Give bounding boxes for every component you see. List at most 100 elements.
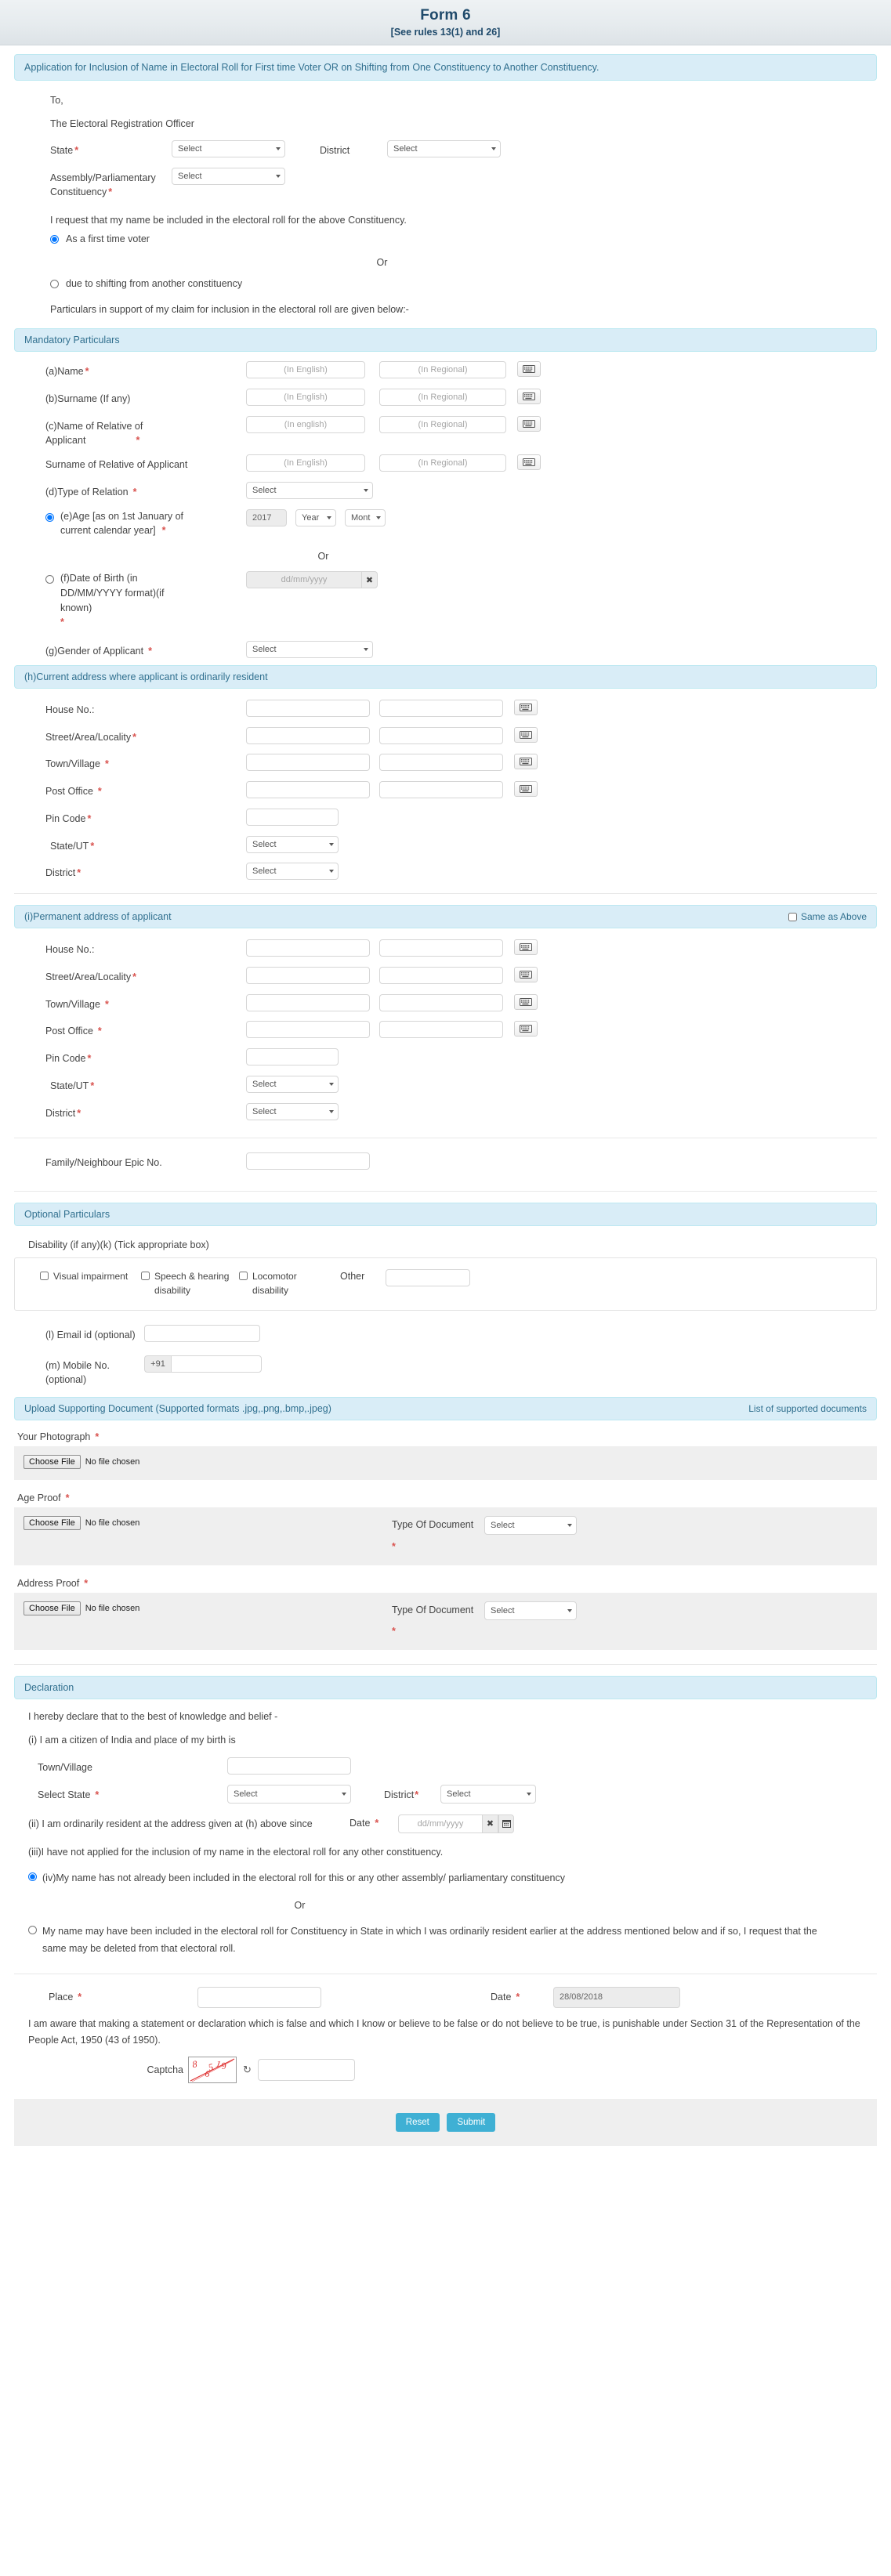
gender-select[interactable]: Select — [246, 641, 373, 658]
disability-option-speech[interactable]: Speech & hearing disability — [141, 1269, 231, 1297]
same-as-above-checkbox[interactable] — [788, 912, 797, 921]
keyboard-icon[interactable] — [517, 415, 541, 432]
keyboard-icon[interactable] — [514, 939, 538, 955]
type-of-relation-select[interactable]: Select — [246, 481, 373, 499]
keyboard-icon[interactable] — [514, 966, 538, 982]
cur-street-input[interactable] — [246, 726, 370, 744]
dob-option[interactable]: (f)Date of Birth (in DD/MM/YYYY format)(… — [45, 571, 246, 630]
keyboard-icon[interactable] — [514, 781, 538, 797]
disability-option-locomotor[interactable]: Locomotor disability — [239, 1269, 329, 1297]
surname-regional-input[interactable] — [379, 388, 506, 406]
decl-date-input[interactable] — [398, 1814, 483, 1833]
age-year-unit-wrap: Year — [295, 508, 336, 526]
first-time-voter-radio[interactable] — [50, 234, 59, 244]
required-asterisk: * — [148, 646, 152, 657]
first-time-voter-option[interactable]: As a first time voter — [50, 233, 871, 244]
keyboard-icon[interactable] — [517, 361, 541, 377]
perm-district-select[interactable]: Select — [246, 1102, 339, 1120]
visual-impairment-checkbox[interactable] — [40, 1271, 49, 1280]
constituency-select[interactable]: Select — [172, 167, 285, 185]
declaration-item-v-option[interactable]: My name may have been included in the el… — [28, 1923, 871, 1958]
keyboard-icon[interactable] — [514, 754, 538, 770]
dob-radio[interactable] — [45, 575, 54, 584]
name-english-input[interactable] — [246, 361, 365, 378]
shifting-option[interactable]: due to shifting from another constituenc… — [50, 278, 871, 289]
footer-date-input[interactable] — [553, 1986, 680, 2008]
mobile-input[interactable] — [171, 1355, 262, 1373]
cur-house-no-regional-input[interactable] — [379, 699, 503, 717]
age-radio[interactable] — [45, 512, 54, 522]
keyboard-icon[interactable] — [514, 699, 538, 715]
shifting-radio[interactable] — [50, 279, 59, 288]
keyboard-icon[interactable] — [517, 454, 541, 470]
cur-state-ut-select[interactable]: Select — [246, 835, 339, 853]
relative-surname-regional-input[interactable] — [379, 454, 506, 472]
perm-pin-code-input[interactable] — [246, 1048, 339, 1065]
age-option[interactable]: (e)Age [as on 1st January of current cal… — [45, 509, 246, 539]
perm-house-no-regional-input[interactable] — [379, 939, 503, 957]
age-year-value-input[interactable] — [246, 508, 287, 526]
cur-house-no-input[interactable] — [246, 699, 370, 717]
cur-pin-code-input[interactable] — [246, 808, 339, 826]
epic-input[interactable] — [246, 1152, 370, 1170]
perm-street-regional-input[interactable] — [379, 966, 503, 984]
declaration-item-iv-option[interactable]: (iv)My name has not already been include… — [28, 1870, 871, 1886]
declaration-item-iv-radio[interactable] — [28, 1872, 37, 1881]
relative-surname-english-input[interactable] — [246, 454, 365, 472]
name-regional-input[interactable] — [379, 361, 506, 378]
perm-post-office-input[interactable] — [246, 1021, 370, 1039]
declaration-item-v-radio[interactable] — [28, 1925, 37, 1934]
state-select[interactable]: Select — [172, 139, 285, 157]
photograph-choose-file-button[interactable]: Choose File — [24, 1455, 81, 1469]
district-select[interactable]: Select — [387, 139, 501, 157]
cur-district-select[interactable]: Select — [246, 863, 339, 881]
cur-town-regional-input[interactable] — [379, 754, 503, 772]
calendar-icon[interactable] — [498, 1814, 514, 1833]
age-month-unit-select[interactable]: Month — [345, 508, 386, 526]
speech-hearing-checkbox[interactable] — [141, 1271, 150, 1280]
supported-documents-link[interactable]: List of supported documents — [748, 1403, 867, 1414]
locomotor-checkbox[interactable] — [239, 1271, 248, 1280]
submit-button[interactable]: Submit — [447, 2113, 496, 2132]
decl-state-select[interactable]: Select — [227, 1784, 351, 1804]
perm-house-no-input[interactable] — [246, 939, 370, 957]
address-proof-file-control[interactable]: Choose File No file chosen — [24, 1601, 392, 1615]
disability-option-visual[interactable]: Visual impairment — [40, 1269, 130, 1283]
age-proof-choose-file-button[interactable]: Choose File — [24, 1516, 81, 1530]
cur-street-regional-input[interactable] — [379, 726, 503, 744]
cur-post-office-regional-input[interactable] — [379, 781, 503, 798]
perm-state-ut-select[interactable]: Select — [246, 1075, 339, 1093]
relative-name-regional-input[interactable] — [379, 415, 506, 433]
place-input[interactable] — [197, 1986, 321, 2008]
address-proof-type-select[interactable]: Select — [484, 1601, 577, 1620]
photograph-file-control[interactable]: Choose File No file chosen — [24, 1455, 139, 1469]
age-proof-type-select[interactable]: Select — [484, 1516, 577, 1535]
same-as-above-label: Same as Above — [800, 911, 867, 922]
dob-date-input[interactable] — [246, 571, 362, 588]
relative-name-english-input[interactable] — [246, 415, 365, 433]
reset-button[interactable]: Reset — [395, 2113, 440, 2132]
decl-district-select[interactable]: Select — [440, 1784, 536, 1804]
surname-english-input[interactable] — [246, 388, 365, 406]
perm-street-input[interactable] — [246, 966, 370, 984]
perm-town-input[interactable] — [246, 993, 370, 1011]
age-year-unit-select[interactable]: Year — [295, 508, 336, 526]
decl-town-input[interactable] — [227, 1757, 351, 1775]
same-as-above-option[interactable]: Same as Above — [788, 911, 867, 922]
keyboard-icon[interactable] — [517, 388, 541, 404]
address-proof-choose-file-button[interactable]: Choose File — [24, 1601, 81, 1615]
keyboard-icon[interactable] — [514, 993, 538, 1010]
keyboard-icon[interactable] — [514, 726, 538, 743]
perm-post-office-regional-input[interactable] — [379, 1021, 503, 1039]
close-icon[interactable]: ✖ — [483, 1814, 498, 1833]
email-input[interactable] — [144, 1324, 260, 1342]
refresh-captcha-icon[interactable]: ↻ — [243, 2064, 252, 2076]
age-proof-file-control[interactable]: Choose File No file chosen — [24, 1516, 392, 1530]
cur-post-office-input[interactable] — [246, 781, 370, 798]
close-icon[interactable]: ✖ — [362, 571, 378, 588]
keyboard-icon[interactable] — [514, 1021, 538, 1037]
other-disability-input[interactable] — [386, 1268, 470, 1286]
cur-town-input[interactable] — [246, 754, 370, 772]
captcha-input[interactable] — [257, 2059, 355, 2081]
perm-town-regional-input[interactable] — [379, 993, 503, 1011]
